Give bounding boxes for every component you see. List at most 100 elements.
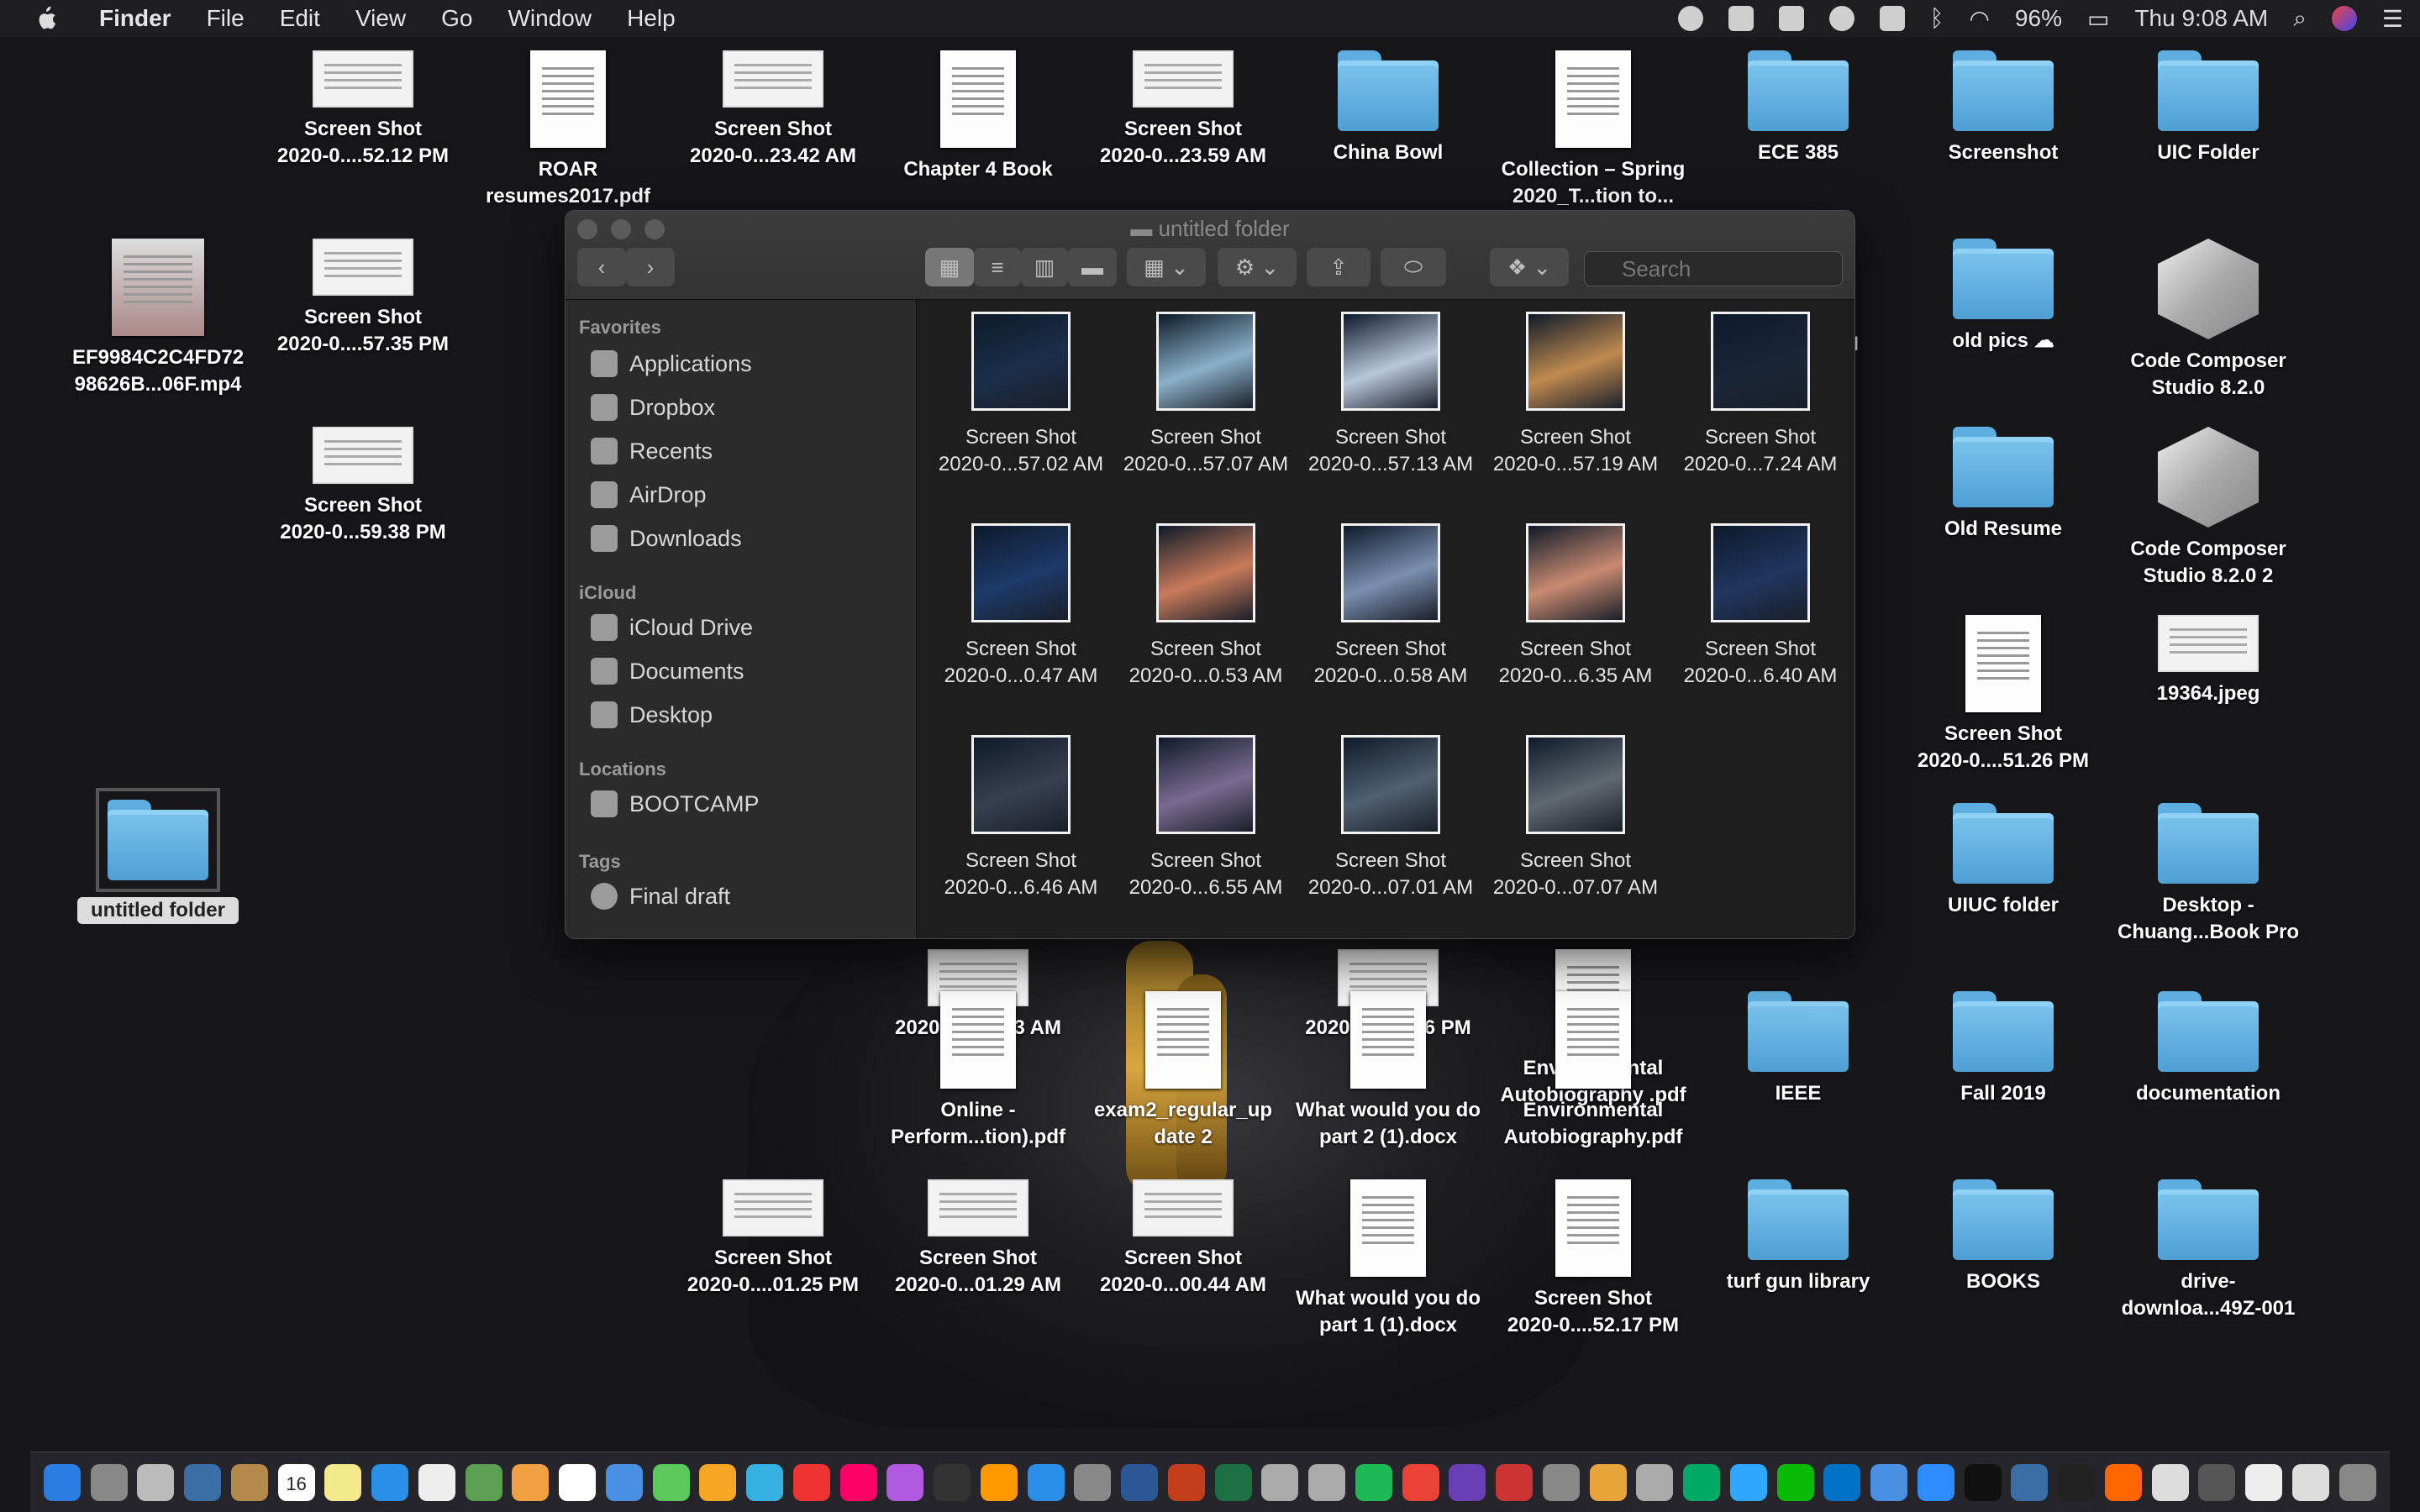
dock-app-icon[interactable] <box>2245 1463 2283 1501</box>
dock-app-icon[interactable] <box>1917 1463 1954 1501</box>
desktop-item[interactable]: Screen Shot 2020-0....52.12 PM <box>262 50 464 170</box>
dock-app-icon[interactable] <box>2058 1463 2096 1501</box>
sidebar-item-applications[interactable]: Applications <box>591 344 752 384</box>
desktop-item[interactable]: Screen Shot 2020-0...23.59 AM <box>1082 50 1284 170</box>
file-item[interactable]: Screen Shot 2020-0...0.58 AM <box>1298 523 1483 690</box>
dock-app-icon[interactable] <box>2198 1463 2236 1501</box>
dock-app-icon[interactable] <box>1776 1463 1814 1501</box>
file-item[interactable]: Screen Shot 2020-0...57.19 AM <box>1483 312 1668 478</box>
desktop-item[interactable]: documentation <box>2107 991 2309 1107</box>
menu-go[interactable]: Go <box>441 5 472 32</box>
check-icon[interactable] <box>1728 6 1754 31</box>
forward-button[interactable]: › <box>626 248 675 286</box>
siri-icon[interactable] <box>2331 6 2357 31</box>
dock-app-icon[interactable] <box>465 1463 502 1501</box>
action-button[interactable]: ⚙ ⌄ <box>1218 248 1297 286</box>
dropbox-button[interactable]: ❖ ⌄ <box>1490 248 1569 286</box>
desktop-item[interactable]: UIC Folder <box>2107 50 2309 166</box>
view-gallery-button[interactable]: ▬ <box>1068 248 1117 286</box>
dock-app-icon[interactable] <box>43 1463 81 1501</box>
dock-app-icon[interactable] <box>792 1463 830 1501</box>
desktop-item[interactable]: ROAR resumes2017.pdf <box>467 50 669 210</box>
menu-edit[interactable]: Edit <box>280 5 320 32</box>
desktop-item[interactable]: exam2_regular_up date 2 <box>1082 991 1284 1151</box>
dock-app-icon[interactable] <box>746 1463 784 1501</box>
dock-app-icon[interactable] <box>1214 1463 1252 1501</box>
dock-app-icon[interactable] <box>1683 1463 1721 1501</box>
desktop-item[interactable]: Screen Shot 2020-0....51.26 PM <box>1902 615 2104 774</box>
dock-app-icon[interactable] <box>1027 1463 1065 1501</box>
desktop-item[interactable]: Collection – Spring 2020_T...tion to... <box>1492 50 1694 210</box>
desktop-item[interactable]: untitled folder <box>57 788 259 924</box>
desktop-item[interactable]: ECE 385 <box>1697 50 1899 166</box>
desktop-item[interactable]: Code Composer Studio 8.2.0 <box>2107 239 2309 402</box>
sidebar-item-documents[interactable]: Documents <box>591 651 744 691</box>
desktop-item[interactable]: drive- downloa...49Z-001 <box>2107 1179 2309 1322</box>
desktop-item[interactable]: Online - Perform...tion).pdf <box>877 991 1079 1151</box>
bluetooth-icon[interactable]: ᛒ <box>1930 5 1944 32</box>
wifi-icon[interactable]: ◠ <box>1969 5 1989 33</box>
sidebar-item-bootcamp[interactable]: BOOTCAMP <box>591 784 760 824</box>
message-icon[interactable] <box>1677 6 1703 31</box>
sidebar-item-downloads[interactable]: Downloads <box>591 518 742 559</box>
sidebar-item-recents[interactable]: Recents <box>591 431 713 471</box>
dock-app-icon[interactable] <box>90 1463 128 1501</box>
dock-app-icon[interactable] <box>2291 1463 2329 1501</box>
sidebar-item-dropbox[interactable]: Dropbox <box>591 387 715 428</box>
dock-app-icon[interactable] <box>1542 1463 1580 1501</box>
share-button[interactable]: ⇪ <box>1307 248 1370 286</box>
file-item[interactable]: Screen Shot 2020-0...07.01 AM <box>1298 735 1483 901</box>
dock-app-icon[interactable] <box>1261 1463 1299 1501</box>
dock-app-icon[interactable] <box>1729 1463 1767 1501</box>
desktop-item[interactable]: Screen Shot 2020-0...00.44 AM <box>1082 1179 1284 1299</box>
dock-app-icon[interactable] <box>137 1463 175 1501</box>
dock-app-icon[interactable] <box>1964 1463 2002 1501</box>
desktop-item[interactable]: Old Resume <box>1902 427 2104 543</box>
view-columns-button[interactable]: ▥ <box>1021 248 1068 286</box>
desktop-item[interactable]: Screen Shot 2020-0....57.35 PM <box>262 239 464 358</box>
menu-view[interactable]: View <box>355 5 406 32</box>
dock-app-icon[interactable] <box>652 1463 690 1501</box>
apple-icon[interactable] <box>34 5 57 32</box>
search-field[interactable]: Search <box>1584 251 1843 286</box>
dock-app-icon[interactable] <box>1074 1463 1112 1501</box>
tag-button[interactable]: ⬭ <box>1381 248 1446 286</box>
dock-app-icon[interactable] <box>184 1463 222 1501</box>
dock-app-icon[interactable] <box>1636 1463 1674 1501</box>
desktop-item[interactable]: Screen Shot 2020-0....01.25 PM <box>672 1179 874 1299</box>
desktop-item[interactable]: Environmental Autobiography.pdf <box>1492 991 1694 1151</box>
desktop-item[interactable]: What would you do part 1 (1).docx <box>1287 1179 1489 1339</box>
desktop-item[interactable]: Chapter 4 Book <box>877 50 1079 183</box>
file-item[interactable]: Screen Shot 2020-0...6.35 AM <box>1483 523 1668 690</box>
dock-app-icon[interactable] <box>512 1463 550 1501</box>
dock-app-icon[interactable] <box>2151 1463 2189 1501</box>
app-menu-finder[interactable]: Finder <box>99 5 171 32</box>
desktop-item[interactable]: Screenshot <box>1902 50 2104 166</box>
dock-app-icon[interactable] <box>699 1463 737 1501</box>
dock-app-icon[interactable] <box>2338 1463 2376 1501</box>
desktop-item[interactable]: turf gun library <box>1697 1179 1899 1295</box>
dock-app-icon[interactable] <box>1496 1463 1534 1501</box>
dock-app-icon[interactable] <box>839 1463 877 1501</box>
desktop-item[interactable]: Screen Shot 2020-0...59.38 PM <box>262 427 464 546</box>
dock-app-icon[interactable] <box>2011 1463 2049 1501</box>
file-item[interactable]: Screen Shot 2020-0...07.07 AM <box>1483 735 1668 901</box>
file-item[interactable]: Screen Shot 2020-0...0.47 AM <box>929 523 1113 690</box>
dock-app-icon[interactable] <box>1402 1463 1439 1501</box>
menu-help[interactable]: Help <box>627 5 676 32</box>
desktop-item[interactable]: IEEE <box>1697 991 1899 1107</box>
file-item[interactable]: Screen Shot 2020-0...6.46 AM <box>929 735 1113 901</box>
sidebar-item-icloud-drive[interactable]: iCloud Drive <box>591 607 753 648</box>
search-icon[interactable]: ⌕ <box>2293 5 2307 33</box>
dock-app-icon[interactable] <box>1121 1463 1159 1501</box>
dock-app-icon[interactable] <box>559 1463 597 1501</box>
desktop-item[interactable]: Screen Shot 2020-0...23.42 AM <box>672 50 874 170</box>
view-icons-button[interactable]: ▦ <box>925 248 974 286</box>
creative-cloud-icon[interactable] <box>1828 6 1854 31</box>
dock-app-icon[interactable] <box>1823 1463 1861 1501</box>
dock-app-icon[interactable] <box>1449 1463 1486 1501</box>
file-item[interactable]: Screen Shot 2020-0...6.40 AM <box>1668 523 1853 690</box>
desktop-item[interactable]: 19364.jpeg <box>2107 615 2309 707</box>
file-item[interactable]: Screen Shot 2020-0...57.02 AM <box>929 312 1113 478</box>
dropbox-icon[interactable] <box>1778 6 1804 31</box>
